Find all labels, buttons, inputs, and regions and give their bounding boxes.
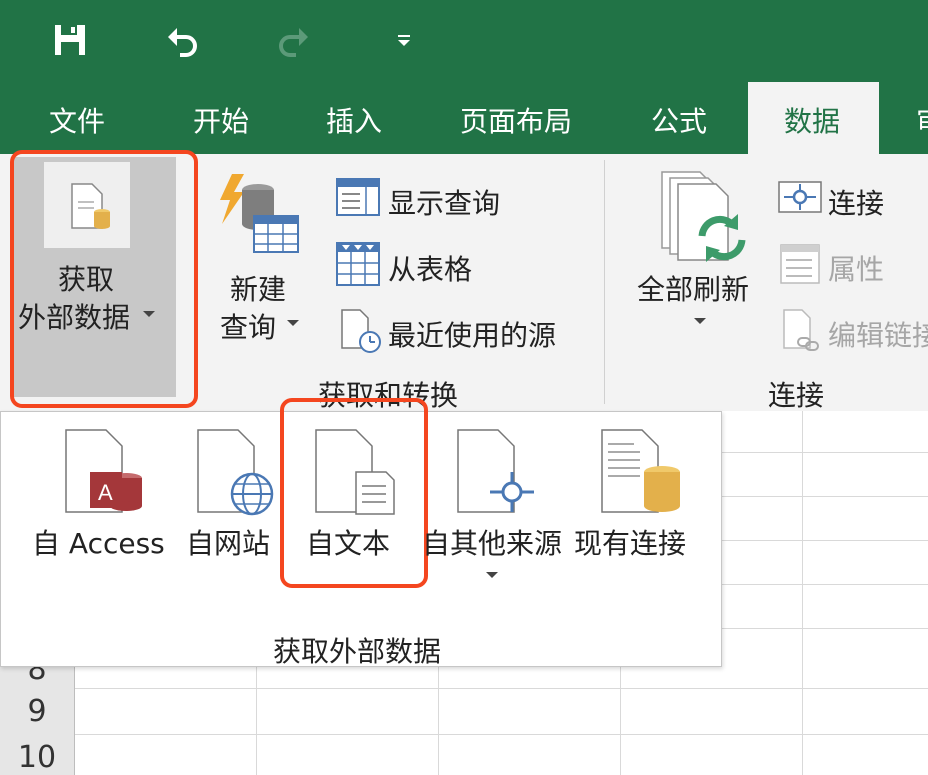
properties-icon bbox=[780, 244, 820, 284]
highlight-from-text bbox=[280, 398, 428, 588]
chevron-down-icon bbox=[287, 320, 299, 326]
grid-line bbox=[0, 734, 928, 735]
access-file-icon: A bbox=[65, 429, 142, 513]
row-header-10[interactable]: 10 bbox=[0, 740, 74, 775]
from-table-icon bbox=[336, 242, 380, 286]
tab-formulas[interactable]: 公式 bbox=[651, 100, 707, 140]
refresh-all-button[interactable]: 全部刷新 bbox=[637, 268, 749, 308]
tab-data[interactable]: 数据 bbox=[784, 100, 840, 140]
from-access-button[interactable]: 自 Access bbox=[32, 522, 165, 562]
tab-file[interactable]: 文件 bbox=[49, 100, 105, 140]
other-sources-icon bbox=[457, 429, 534, 513]
chevron-down-icon bbox=[694, 318, 706, 324]
edit-links-button[interactable]: 编辑链接 bbox=[828, 314, 928, 354]
tab-home[interactable]: 开始 bbox=[193, 100, 249, 140]
chevron-down-icon bbox=[486, 572, 498, 578]
existing-connections-icon bbox=[601, 429, 680, 513]
svg-text:A: A bbox=[98, 480, 113, 505]
redo-icon bbox=[279, 28, 308, 57]
dropdown-group-label: 获取外部数据 bbox=[273, 635, 442, 668]
customize-qat-button[interactable] bbox=[382, 18, 426, 62]
group-label-connections: 连接 bbox=[768, 379, 825, 412]
title-bar bbox=[0, 0, 928, 82]
properties-button[interactable]: 属性 bbox=[828, 248, 884, 288]
existing-connections-button[interactable]: 现有连接 bbox=[574, 522, 686, 562]
tab-insert[interactable]: 插入 bbox=[326, 100, 382, 140]
save-button[interactable] bbox=[48, 18, 92, 62]
edit-links-icon bbox=[783, 309, 819, 351]
undo-button[interactable] bbox=[160, 18, 204, 62]
customize-qat-icon bbox=[398, 35, 410, 46]
new-query-label-1[interactable]: 新建 bbox=[230, 268, 286, 308]
row-header-9[interactable]: 9 bbox=[0, 694, 74, 729]
refresh-all-icon[interactable] bbox=[656, 168, 746, 264]
connections-icon bbox=[778, 181, 822, 213]
recent-sources-icon bbox=[341, 309, 381, 353]
from-other-sources-button[interactable]: 自其他来源 bbox=[422, 522, 562, 562]
group-divider bbox=[604, 160, 605, 404]
from-web-button[interactable]: 自网站 bbox=[186, 522, 270, 562]
grid-line bbox=[802, 411, 803, 775]
show-queries-icon bbox=[336, 178, 380, 216]
connections-button[interactable]: 连接 bbox=[828, 182, 884, 222]
new-query-label-2[interactable]: 查询 bbox=[220, 306, 276, 346]
tab-page-layout[interactable]: 页面布局 bbox=[460, 100, 572, 140]
show-queries-button[interactable]: 显示查询 bbox=[388, 182, 500, 222]
highlight-get-external-data bbox=[10, 150, 198, 408]
new-query-icon[interactable] bbox=[218, 172, 300, 256]
grid-line bbox=[0, 688, 928, 689]
recent-sources-button[interactable]: 最近使用的源 bbox=[388, 314, 556, 354]
from-table-button[interactable]: 从表格 bbox=[388, 248, 472, 288]
web-file-icon bbox=[197, 429, 274, 516]
redo-button[interactable] bbox=[272, 18, 316, 62]
save-icon bbox=[55, 25, 85, 55]
tab-review[interactable]: 审 bbox=[916, 100, 928, 140]
undo-icon bbox=[168, 28, 197, 57]
